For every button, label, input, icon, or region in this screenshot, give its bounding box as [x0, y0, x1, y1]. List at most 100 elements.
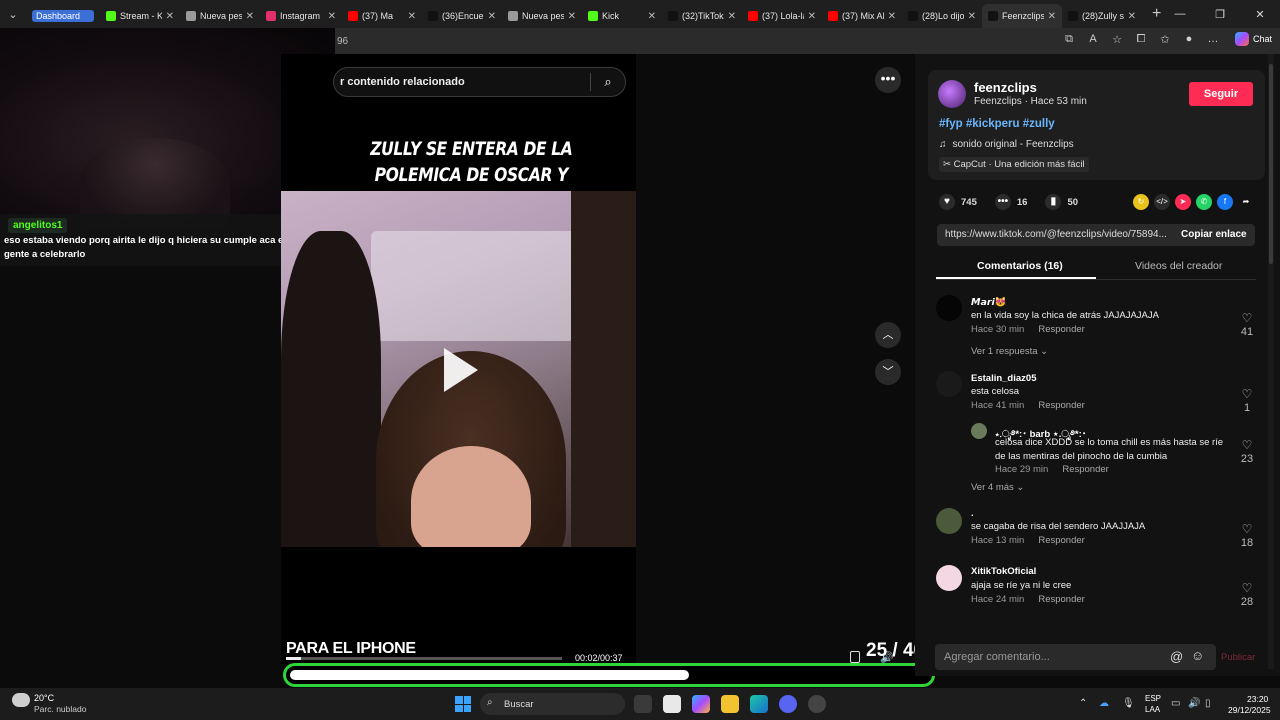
open-app-icon[interactable]: ⧉ [1062, 33, 1076, 46]
browser-tab[interactable]: (28)Zully se ✕ [1062, 4, 1142, 28]
scrollbar-thumb[interactable] [1269, 64, 1273, 264]
close-tab-icon[interactable]: ✕ [166, 11, 174, 22]
comment-username[interactable]: Estalin_diaz05 [971, 373, 1036, 384]
task-view-icon[interactable] [634, 695, 652, 713]
discord-icon[interactable] [779, 695, 797, 713]
comment-avatar[interactable] [936, 565, 962, 591]
weather-cloud-icon[interactable] [12, 693, 30, 707]
reply-like-button[interactable]: ♡ 23 [1238, 438, 1256, 465]
taskbar-search-label[interactable]: Buscar [504, 699, 534, 710]
browser-tab[interactable]: (37) Mix AÑ ✕ [822, 4, 902, 28]
minimize-icon[interactable]: — [1160, 8, 1200, 20]
comment-button[interactable]: ••• 16 [994, 194, 1027, 210]
browser-tab[interactable]: (37) Lola-la ✕ [742, 4, 822, 28]
translate-icon[interactable]: A [1086, 33, 1100, 46]
search-icon[interactable]: ⌕ [591, 74, 625, 90]
view-more-replies-button[interactable]: Ver 4 más ⌄ [971, 482, 1024, 493]
comment-like-button[interactable]: ♡ 28 [1238, 581, 1256, 608]
microphone-icon[interactable]: 🎙 [1122, 698, 1135, 709]
app-icon[interactable] [808, 695, 826, 713]
panel-scrollbar[interactable] [1268, 54, 1274, 669]
comment-avatar[interactable] [936, 295, 962, 321]
copy-link-button[interactable]: Copiar enlace [1181, 229, 1247, 240]
comment-like-button[interactable]: ♡ 18 [1238, 522, 1256, 549]
clock-date[interactable]: 29/12/2025 [1228, 705, 1271, 715]
favorite-star-icon[interactable]: ☆ [1110, 33, 1124, 46]
browser-tab[interactable]: Nueva pesta ✕ [502, 4, 582, 28]
close-tab-icon[interactable]: ✕ [808, 11, 816, 22]
close-tab-icon[interactable]: ✕ [1128, 11, 1136, 22]
close-tab-icon[interactable]: ✕ [328, 11, 336, 22]
share-arrow-icon[interactable]: ➦ [1238, 194, 1254, 210]
browser-tab[interactable]: Kick ✕ [582, 4, 662, 28]
close-tab-icon[interactable]: ✕ [488, 11, 496, 22]
comment-avatar[interactable] [936, 508, 962, 534]
facebook-icon[interactable]: f [1217, 194, 1233, 210]
address-bar[interactable]: 96 ⧉ A ☆ ⧠ ✩ ● … Chat [335, 28, 1280, 54]
comment-username[interactable]: XitikTokOficial [971, 566, 1036, 577]
like-button[interactable]: ♥ 745 [939, 194, 977, 210]
next-video-chevron-down-icon[interactable]: ﹀ [875, 359, 901, 385]
tab-comments[interactable]: Comentarios (16) [977, 260, 1063, 272]
comment-username[interactable]: . [971, 508, 974, 519]
browser-tab[interactable]: Dashboard [26, 4, 100, 28]
mention-at-icon[interactable]: @ [1170, 649, 1183, 664]
close-tab-icon[interactable]: ✕ [968, 11, 976, 22]
reply-button[interactable]: Responder [1038, 324, 1084, 335]
speaker-icon[interactable]: 🔊 [1188, 698, 1200, 709]
comment-like-button[interactable]: ♡ 1 [1238, 387, 1256, 414]
more-options-icon[interactable]: ••• [875, 67, 901, 93]
follow-button[interactable]: Seguir [1189, 82, 1253, 106]
comment-avatar[interactable] [936, 371, 962, 397]
clock-time[interactable]: 23:20 [1247, 694, 1268, 704]
edge-icon[interactable] [750, 695, 768, 713]
keyboard-layout[interactable]: LAA [1145, 705, 1160, 714]
close-tab-icon[interactable]: ✕ [888, 11, 896, 22]
comment-username[interactable]: 𝙈𝙖𝙧𝙞😻 [971, 297, 1007, 308]
close-window-icon[interactable]: ✕ [1240, 8, 1280, 21]
video-scrubber[interactable] [286, 657, 562, 660]
pip-icon[interactable] [850, 651, 860, 663]
copilot-chat-button[interactable]: Chat [1234, 32, 1272, 46]
comment-input-placeholder[interactable]: Agregar comentario... [944, 651, 1050, 663]
browser-tab[interactable]: Stream - Kic ✕ [100, 4, 180, 28]
browser-tab[interactable]: Instagram ✕ [260, 4, 342, 28]
browser-tab[interactable]: Nueva pesta ✕ [180, 4, 260, 28]
network-icon[interactable]: ▭ [1171, 698, 1180, 709]
close-tab-icon[interactable]: ✕ [568, 11, 576, 22]
extensions-icon[interactable]: ⧠ [1134, 33, 1148, 46]
file-explorer-icon[interactable] [721, 695, 739, 713]
reply-button[interactable]: Responder [1038, 535, 1084, 546]
sound-link[interactable]: ♫ sonido original - Feenzclips [939, 139, 1074, 150]
tab-actions-chevron-icon[interactable]: ⌄ [0, 0, 26, 28]
store-icon[interactable] [663, 695, 681, 713]
close-tab-icon[interactable]: ✕ [728, 11, 736, 22]
browser-tab[interactable]: (28)Lo dijo ✕ [902, 4, 982, 28]
tray-chevron-up-icon[interactable]: ⌃ [1079, 698, 1087, 709]
battery-icon[interactable]: ▯ [1205, 698, 1211, 709]
close-tab-icon[interactable]: ✕ [1048, 11, 1056, 22]
close-tab-icon[interactable]: ✕ [648, 11, 656, 22]
tab-creator-videos[interactable]: Videos del creador [1135, 260, 1222, 272]
reply-button[interactable]: Responder [1062, 464, 1108, 475]
more-menu-icon[interactable]: … [1206, 33, 1220, 46]
browser-tab[interactable]: Feenzclips ✕ [982, 4, 1062, 28]
taskbar-search[interactable] [480, 693, 625, 715]
reply-button[interactable]: Responder [1038, 400, 1084, 411]
repost-icon[interactable]: ↻ [1133, 194, 1149, 210]
onedrive-icon[interactable]: ☁ [1099, 698, 1109, 709]
close-tab-icon[interactable]: ✕ [246, 11, 254, 22]
maximize-icon[interactable]: ❐ [1200, 8, 1240, 21]
profile-avatar-icon[interactable]: ● [1182, 33, 1196, 46]
reply-button[interactable]: Responder [1038, 594, 1084, 605]
whatsapp-icon[interactable]: ✆ [1196, 194, 1212, 210]
send-icon[interactable]: ➤ [1175, 194, 1191, 210]
capcut-link[interactable]: ✂ CapCut · Una edición más fácil [939, 157, 1089, 172]
author-name[interactable]: feenzclips [974, 80, 1037, 95]
weather-description[interactable]: Parc. nublado [34, 704, 86, 714]
play-icon[interactable] [444, 348, 478, 392]
favorites-icon[interactable]: ✩ [1158, 33, 1172, 46]
view-replies-button[interactable]: Ver 1 respuesta ⌄ [971, 346, 1048, 357]
emoji-icon[interactable]: ☺ [1191, 648, 1204, 663]
publish-button[interactable]: Publicar [1221, 652, 1255, 663]
